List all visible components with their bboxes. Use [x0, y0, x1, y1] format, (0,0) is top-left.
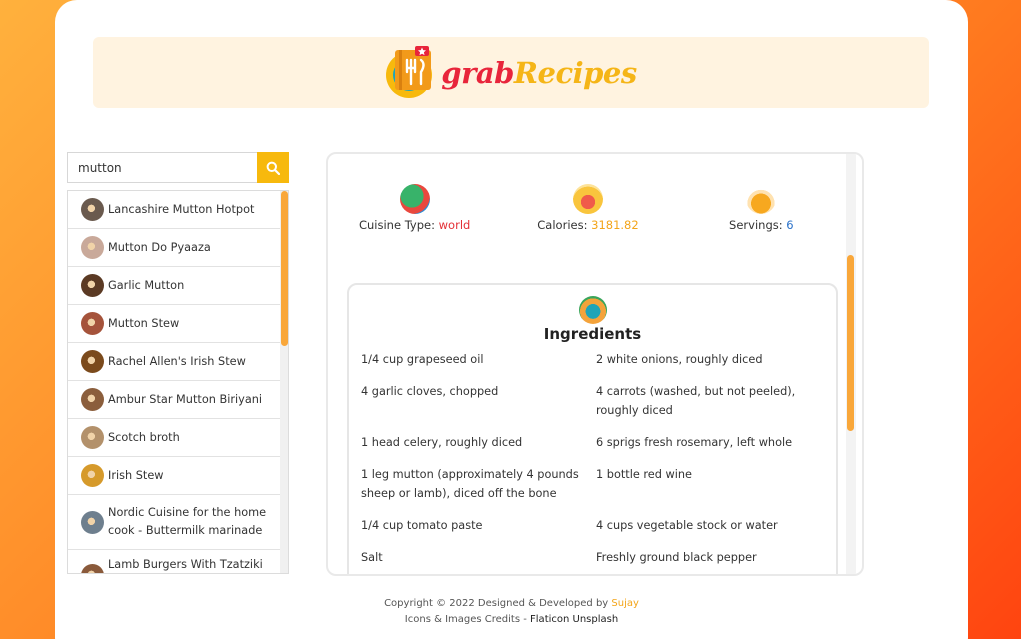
calories-fire-icon [572, 184, 603, 214]
recipe-thumbnail [81, 564, 104, 573]
brand-part-grab: grab [441, 55, 514, 90]
recipe-thumbnail [81, 510, 104, 534]
brand-part-recipes: Recipes [513, 55, 637, 90]
site-header: grabRecipes [93, 37, 929, 108]
ingredient-item: 4 carrots (washed, but not peeled), roug… [596, 385, 796, 417]
ingredient-item: 4 cups vegetable stock or water [596, 519, 778, 532]
recipe-item[interactable]: Mutton Do Pyaaza [68, 229, 280, 267]
ingredient-row: Salt Freshly ground black pepper [361, 548, 831, 567]
recipe-label: Nordic Cuisine for the home cook - Butte… [108, 506, 267, 537]
ingredients-title: Ingredients [543, 325, 642, 343]
ingredient-item: Freshly ground black pepper [596, 551, 757, 564]
ingredients-card: Ingredients 1/4 cup grapeseed oil 2 white… [347, 283, 838, 574]
credits-sources-link[interactable]: Flaticon Unsplash [530, 614, 618, 625]
recipe-label: Mutton Stew [108, 316, 180, 330]
recipe-results-list: Lancashire Mutton Hotpot Mutton Do Pyaaz… [67, 190, 289, 574]
servings-value: 6 [786, 218, 794, 232]
recipe-thumbnail [81, 312, 104, 335]
ingredient-item: 2 white onions, roughly diced [596, 353, 763, 366]
recipe-label: Garlic Mutton [108, 278, 185, 292]
list-scrollbar-thumb[interactable] [281, 191, 288, 346]
serving-cloche-icon [746, 184, 777, 214]
ingredient-row: 1/4 cup grapeseed oil 2 white onions, rou… [361, 350, 831, 369]
recipe-thumbnail [81, 426, 104, 449]
author-link[interactable]: Sujay [611, 598, 639, 609]
recipe-item[interactable]: Scotch broth [68, 419, 280, 457]
panel-scrollbar-thumb[interactable] [847, 255, 854, 431]
recipe-label: Lancashire Mutton Hotpot [108, 202, 255, 216]
cuisine-value: world [438, 218, 471, 232]
recipe-item[interactable]: Nordic Cuisine for the home cook - Butte… [68, 495, 280, 550]
ingredient-row: 1 head celery, roughly diced 6 sprigs fre… [361, 433, 831, 452]
recipe-thumbnail [81, 274, 104, 297]
recipe-item[interactable]: Mutton Stew [68, 305, 280, 343]
calories-value: 3181.82 [591, 218, 639, 232]
recipe-book-logo-icon [385, 45, 435, 100]
recipe-item[interactable]: Garlic Mutton [68, 267, 280, 305]
recipe-label: Ambur Star Mutton Biriyani [108, 392, 263, 406]
recipe-thumbnail [81, 198, 104, 221]
recipe-label: Lamb Burgers With Tzatziki [108, 558, 263, 571]
recipe-item[interactable]: Ambur Star Mutton Biriyani [68, 381, 280, 419]
ingredients-bowl-icon [578, 296, 607, 324]
search-input[interactable] [67, 152, 257, 183]
ingredient-item: 6 sprigs fresh rosemary, left whole [596, 436, 793, 449]
recipe-label: Rachel Allen's Irish Stew [108, 354, 246, 368]
search-button[interactable] [257, 152, 289, 183]
recipe-label: Scotch broth [108, 430, 180, 444]
recipe-item[interactable]: Lamb Burgers With Tzatziki [68, 550, 280, 573]
recipe-item[interactable]: Rachel Allen's Irish Stew [68, 343, 280, 381]
ingredient-row: 1 leg mutton (approximately 4 pounds she… [361, 465, 831, 503]
ingredient-item: 1 bottle red wine [596, 468, 692, 481]
brand-wordmark[interactable]: grabRecipes [441, 55, 637, 90]
recipe-label: Irish Stew [108, 468, 164, 482]
recipe-thumbnail [81, 388, 104, 411]
recipe-thumbnail [81, 464, 104, 487]
calories-label: Calories: [537, 218, 588, 232]
recipe-label: Mutton Do Pyaaza [108, 240, 211, 254]
servings-label: Servings: [729, 218, 783, 232]
ingredient-item: 1/4 cup grapeseed oil [361, 353, 484, 366]
recipe-detail-panel: Cuisine Type: world Calories: 3181.82 Se… [326, 152, 864, 576]
stat-servings: Servings: 6 [675, 184, 848, 232]
ingredient-item: 1 head celery, roughly diced [361, 436, 523, 449]
recipe-search [67, 152, 289, 183]
site-footer: Copyright © 2022 Designed & Developed by… [55, 596, 968, 628]
cuisine-label: Cuisine Type: [358, 218, 435, 232]
ingredient-item: 4 garlic cloves, chopped [361, 385, 499, 398]
ingredient-item: 1 leg mutton (approximately 4 pounds she… [361, 468, 579, 500]
ingredient-item: 1/4 cup tomato paste [361, 519, 483, 532]
ingredients-list: 1/4 cup grapeseed oil 2 white onions, rou… [361, 350, 831, 574]
recipe-item[interactable]: Lancashire Mutton Hotpot [68, 191, 280, 229]
ingredient-row: 4 garlic cloves, chopped 4 carrots (washe… [361, 382, 831, 420]
credits-text: Icons & Images Credits - [404, 614, 527, 625]
search-icon [266, 161, 280, 175]
recipe-item[interactable]: Irish Stew [68, 457, 280, 495]
recipe-thumbnail [81, 236, 104, 259]
ingredient-row: 1/4 cup tomato paste 4 cups vegetable sto… [361, 516, 831, 535]
stat-cuisine: Cuisine Type: world [328, 184, 501, 232]
ingredient-item: Salt [361, 551, 383, 564]
stat-calories: Calories: 3181.82 [501, 184, 674, 232]
recipe-thumbnail [81, 350, 104, 373]
world-food-icon [399, 184, 430, 214]
copyright-text: Copyright © 2022 Designed & Developed by [384, 598, 609, 609]
recipe-stats: Cuisine Type: world Calories: 3181.82 Se… [328, 184, 848, 232]
